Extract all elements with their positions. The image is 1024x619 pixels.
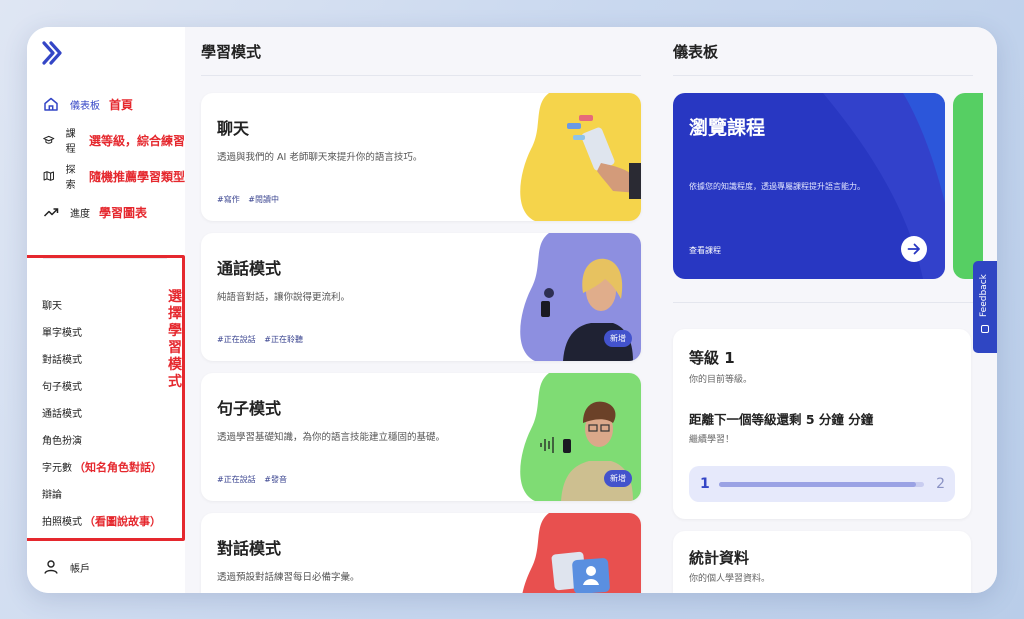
card-title: 通話模式 bbox=[217, 259, 282, 278]
nav-item-courses[interactable]: 課程 選等級，綜合練習 bbox=[43, 129, 186, 155]
learning-modes-panel: 學習模式 聊天 透過與我們的 AI 老師聊天來提升你的語言技巧。 #寫作 #閱讀… bbox=[185, 27, 657, 593]
user-icon bbox=[44, 560, 58, 574]
mode-card-chat[interactable]: 聊天 透過與我們的 AI 老師聊天來提升你的語言技巧。 #寫作 #閱讀中 bbox=[201, 93, 641, 221]
card-description: 純語音對話，讓你說得更流利。 bbox=[217, 292, 351, 303]
card-tags: #正在說話 #正在聆聽 bbox=[217, 334, 309, 345]
card-title: 句子模式 bbox=[217, 399, 282, 418]
progress-track bbox=[719, 482, 924, 487]
dashboard-divider bbox=[673, 75, 973, 76]
nav-item-progress[interactable]: 進度 學習圖表 bbox=[43, 202, 147, 222]
account-link[interactable]: 帳戶 bbox=[43, 559, 90, 575]
card-description: 透過學習基礎知識，為你的語言技能建立穩固的基礎。 bbox=[217, 432, 446, 443]
modes-annotation: 選擇學習模式 bbox=[168, 289, 182, 390]
card-title: 對話模式 bbox=[217, 539, 282, 558]
annotation-text: 首頁 bbox=[109, 97, 134, 112]
page-title: 學習模式 bbox=[201, 43, 262, 61]
logo-icon[interactable] bbox=[41, 40, 63, 66]
mode-card-sentence[interactable]: 句子模式 透過學習基礎知識，為你的語言技能建立穩固的基礎。 #正在說話 #發音 … bbox=[201, 373, 641, 501]
stats-subtitle: 你的個人學習資料。 bbox=[689, 574, 771, 584]
feedback-label: Feedback bbox=[979, 274, 989, 317]
next-course-card-peek[interactable] bbox=[953, 93, 983, 279]
browse-courses-card[interactable]: 瀏覽課程 依據您的知識程度，透過專屬課程提升語言能力。 查看課程 bbox=[673, 93, 945, 279]
nav-item-label: 探索 bbox=[65, 165, 76, 191]
browse-description: 依據您的知識程度，透過專屬課程提升語言能力。 bbox=[689, 182, 865, 191]
main-divider bbox=[201, 75, 641, 76]
nav-item-dashboard[interactable]: 儀表板 首頁 bbox=[43, 94, 133, 114]
map-icon bbox=[43, 171, 54, 181]
card-tags: #寫作 #閱讀中 bbox=[217, 194, 285, 205]
tag: #正在說話 bbox=[217, 475, 256, 484]
dashboard-panel: 儀表板 瀏覽課程 依據您的知識程度，透過專屬課程提升語言能力。 查看課程 Fee… bbox=[657, 27, 997, 593]
nav-item-label: 課程 bbox=[65, 129, 76, 155]
mode-item-annotation: （知名角色對話） bbox=[74, 461, 162, 474]
next-level-number: 2 bbox=[936, 476, 945, 492]
arrow-right-icon bbox=[907, 243, 920, 255]
mode-item-label: 通話模式 bbox=[42, 409, 82, 420]
tag: #發音 bbox=[264, 475, 287, 484]
app-window: 儀表板 首頁 課程 選等級，綜合練習 探索 隨機推薦學習類型 進度 學習圖表 選… bbox=[27, 27, 997, 593]
new-badge: 新增 bbox=[604, 470, 632, 487]
level-card: 等級 1 你的目前等級。 距離下一個等級還剩 5 分鐘 分鐘 繼續學習！ 1 2 bbox=[673, 329, 971, 519]
mode-item-label: 字元數 bbox=[42, 463, 72, 474]
mode-item-debate[interactable]: 辯論 bbox=[42, 486, 64, 501]
account-label: 帳戶 bbox=[70, 563, 90, 575]
nav-item-label: 儀表板 bbox=[70, 100, 100, 112]
mode-item-roleplay[interactable]: 角色扮演 bbox=[42, 432, 84, 447]
tag: #正在說話 bbox=[217, 335, 256, 344]
new-badge: 新增 bbox=[604, 330, 632, 347]
arrow-right-button[interactable] bbox=[901, 236, 927, 262]
mode-card-call[interactable]: 通話模式 純語音對話，讓你說得更流利。 #正在說話 #正在聆聽 新增 bbox=[201, 233, 641, 361]
trending-up-icon bbox=[43, 208, 59, 217]
card-description: 透過預設對話練習每日必備字彙。 bbox=[217, 572, 360, 583]
annotation-text: 隨機推薦學習類型 bbox=[89, 169, 186, 184]
mode-item-label: 拍照模式 bbox=[42, 517, 82, 528]
tag: #寫作 bbox=[217, 195, 240, 204]
annotation-text: 選等級，綜合練習 bbox=[89, 133, 186, 148]
level-title: 等級 1 bbox=[689, 349, 735, 367]
level-subtitle: 你的目前等級。 bbox=[689, 375, 753, 385]
card-description: 透過與我們的 AI 老師聊天來提升你的語言技巧。 bbox=[217, 152, 423, 163]
graduation-cap-icon bbox=[43, 135, 55, 144]
chat-illustration bbox=[520, 93, 641, 221]
home-icon bbox=[44, 97, 58, 111]
browse-title: 瀏覽課程 bbox=[689, 117, 766, 139]
level-progress-bar: 1 2 bbox=[689, 466, 955, 502]
progress-fill bbox=[719, 482, 916, 487]
nav-item-label: 進度 bbox=[70, 208, 90, 220]
card-title: 聊天 bbox=[217, 119, 250, 138]
dashboard-divider-2 bbox=[673, 302, 973, 303]
mode-item-annotation: （看圖說故事） bbox=[84, 515, 161, 528]
card-tags: #正在說話 #發音 bbox=[217, 474, 293, 485]
mode-item-label: 角色扮演 bbox=[42, 436, 82, 447]
mode-item-label: 句子模式 bbox=[42, 382, 82, 393]
mode-item-characters[interactable]: 字元數 （知名角色對話） bbox=[42, 459, 162, 475]
mode-item-photo[interactable]: 拍照模式 （看圖說故事） bbox=[42, 513, 161, 529]
dialogue-illustration bbox=[522, 513, 641, 593]
dashboard-title: 儀表板 bbox=[673, 43, 719, 61]
stats-card: 統計資料 你的個人學習資料。 bbox=[673, 531, 971, 593]
stats-title: 統計資料 bbox=[689, 549, 750, 567]
feedback-tab[interactable]: Feedback bbox=[973, 261, 997, 353]
sidebar: 儀表板 首頁 課程 選等級，綜合練習 探索 隨機推薦學習類型 進度 學習圖表 選… bbox=[27, 27, 185, 593]
view-courses-link[interactable]: 查看課程 bbox=[689, 245, 721, 256]
mode-item-label: 單字模式 bbox=[42, 328, 82, 339]
mode-item-sentence[interactable]: 句子模式 bbox=[42, 378, 84, 393]
mode-item-vocabulary[interactable]: 單字模式 bbox=[42, 324, 84, 339]
feedback-icon bbox=[981, 325, 989, 333]
mode-item-label: 對話模式 bbox=[42, 355, 82, 366]
mode-item-label: 辯論 bbox=[42, 490, 62, 501]
annotation-text: 學習圖表 bbox=[99, 205, 148, 220]
nav-item-explore[interactable]: 探索 隨機推薦學習類型 bbox=[43, 165, 186, 191]
mode-item-call[interactable]: 通話模式 bbox=[42, 405, 84, 420]
tag: #正在聆聽 bbox=[264, 335, 303, 344]
next-level-remaining: 距離下一個等級還剩 5 分鐘 分鐘 bbox=[689, 412, 874, 427]
tag: #閱讀中 bbox=[248, 195, 279, 204]
mode-item-chat[interactable]: 聊天 bbox=[42, 297, 64, 312]
mode-item-dialogue[interactable]: 對話模式 bbox=[42, 351, 84, 366]
continue-learning-text: 繼續學習！ bbox=[689, 435, 735, 445]
mode-card-dialogue[interactable]: 對話模式 透過預設對話練習每日必備字彙。 bbox=[201, 513, 641, 593]
mode-item-label: 聊天 bbox=[42, 301, 62, 312]
current-level-number: 1 bbox=[700, 476, 710, 492]
